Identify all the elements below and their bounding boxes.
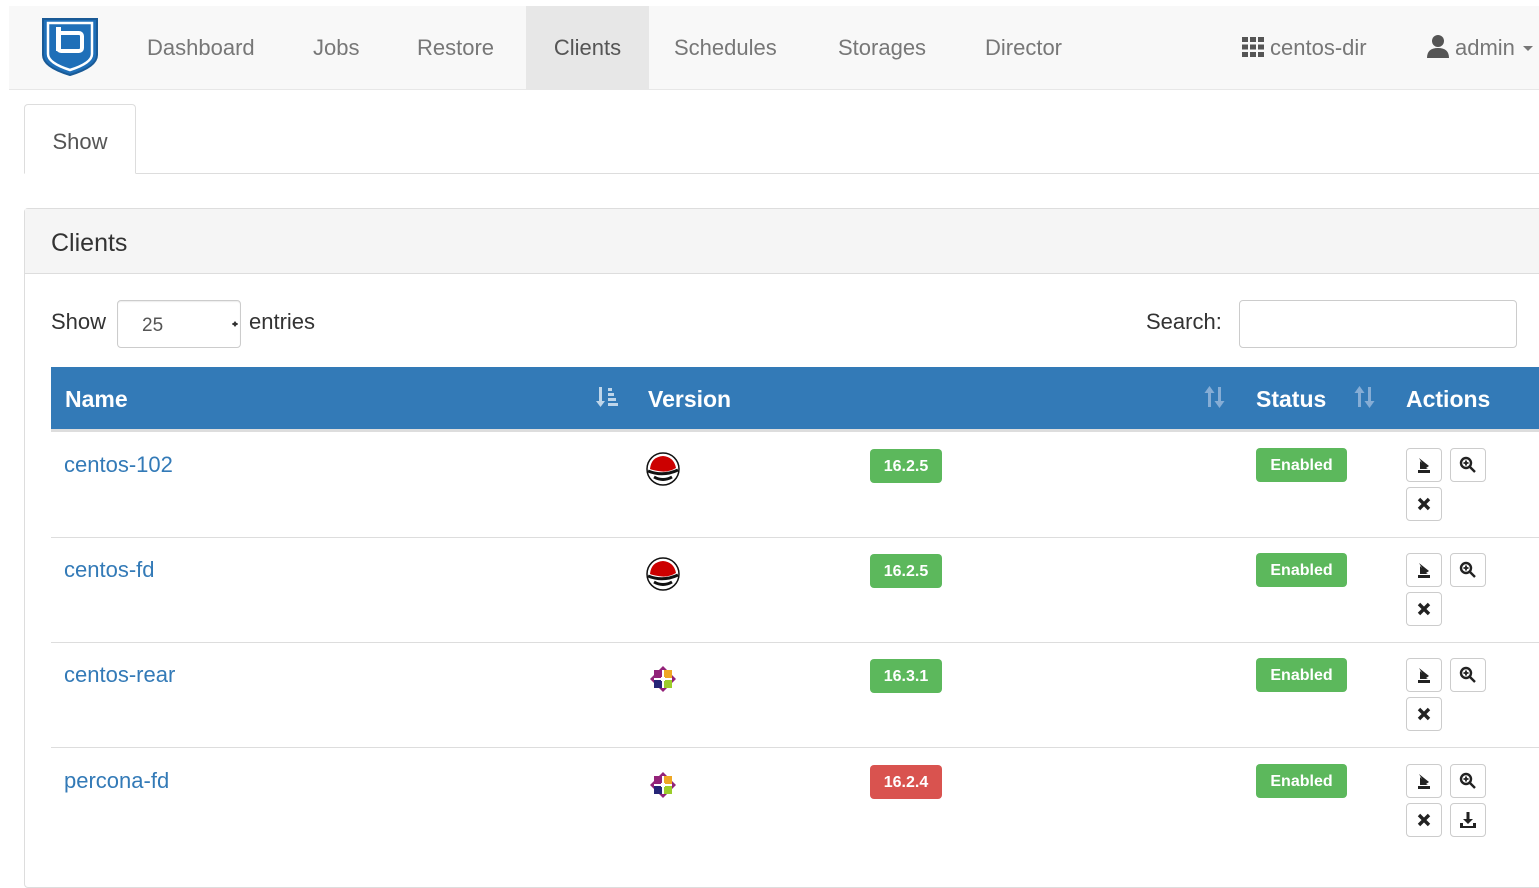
table-row: centos-102 16.2.5 Enabled [51,432,1539,538]
disable-client-button[interactable] [1406,803,1442,837]
run-backup-button[interactable] [1406,658,1442,692]
run-backup-button[interactable] [1406,764,1442,798]
close-icon [1417,497,1431,511]
status-badge: Enabled [1256,448,1347,482]
client-name-link[interactable]: centos-rear [64,662,175,688]
client-name-link[interactable]: percona-fd [64,768,169,794]
status-badge: Enabled [1256,553,1347,587]
user-menu[interactable]: admin [1427,6,1533,89]
search-label: Search: [1146,309,1222,334]
client-name-link[interactable]: centos-102 [64,452,173,478]
nav-storages[interactable]: Storages [816,6,948,89]
page-length-value: 25 [142,315,164,336]
status-badge: Enabled [1256,658,1347,692]
version-badge: 16.3.1 [870,659,942,693]
version-badge-outdated: 16.2.4 [870,765,942,799]
user-name: admin [1455,35,1515,60]
view-details-button[interactable] [1450,448,1486,482]
nav-jobs[interactable]: Jobs [291,6,381,89]
panel-title: Clients [25,209,1539,274]
table-row: centos-fd 16.2.5 Enabled [51,537,1539,643]
column-header-name[interactable]: Name [65,367,128,429]
view-details-button[interactable] [1450,764,1486,798]
column-header-status[interactable]: Status [1256,367,1326,429]
close-icon [1417,707,1431,721]
table-row: percona-fd 16.2.4 Enabled [51,748,1539,853]
disable-client-button[interactable] [1406,697,1442,731]
run-backup-button[interactable] [1406,448,1442,482]
nav-schedules[interactable]: Schedules [652,6,799,89]
length-show-label: Show [51,309,107,334]
view-details-button[interactable] [1450,658,1486,692]
zoom-in-icon [1459,772,1476,789]
tab-show[interactable]: Show [24,104,136,174]
close-icon [1417,602,1431,616]
nav-dashboard[interactable]: Dashboard [125,6,277,89]
nav-clients[interactable]: Clients [526,6,649,89]
close-icon [1417,813,1431,827]
page-length-select[interactable]: 25 [117,300,241,348]
table-row: centos-rear 16.3.1 Enabled [51,642,1539,748]
client-name-link[interactable]: centos-fd [64,557,155,583]
download-button[interactable] [1450,803,1486,837]
download-icon [1460,812,1476,828]
backup-icon [1418,563,1430,578]
table-header: Name Version Status Actions [51,367,1539,432]
centos-icon [650,772,676,798]
zoom-in-icon [1459,666,1476,683]
director-name: centos-dir [1270,35,1367,60]
search-input[interactable] [1239,300,1517,348]
tabs-divider [24,173,1539,174]
sort-both-icon[interactable] [1203,385,1227,409]
top-navbar: Dashboard Jobs Restore Clients Schedules… [9,6,1539,90]
centos-icon [650,666,676,692]
zoom-in-icon [1459,561,1476,578]
run-backup-button[interactable] [1406,553,1442,587]
view-details-button[interactable] [1450,553,1486,587]
backup-icon [1418,668,1430,683]
backup-icon [1418,774,1430,789]
bareos-logo-icon[interactable] [39,15,101,77]
redhat-icon [646,452,680,486]
disable-client-button[interactable] [1406,592,1442,626]
length-entries-label: entries [249,309,316,334]
column-header-actions: Actions [1406,386,1491,412]
select-down-arrow-icon [232,323,238,327]
disable-client-button[interactable] [1406,487,1442,521]
backup-icon [1418,458,1430,473]
version-badge: 16.2.5 [870,554,942,588]
grid-icon [1242,37,1264,57]
status-badge: Enabled [1256,764,1347,798]
nav-restore[interactable]: Restore [395,6,516,89]
sort-both-icon[interactable] [1353,385,1377,409]
sort-ascending-icon[interactable] [596,385,620,409]
user-icon [1427,35,1449,58]
column-header-version[interactable]: Version [648,367,731,429]
redhat-icon [646,557,680,591]
nav-director[interactable]: Director [963,6,1084,89]
version-badge: 16.2.5 [870,449,942,483]
director-switcher[interactable]: centos-dir [1242,6,1367,89]
zoom-in-icon [1459,456,1476,473]
caret-down-icon [1522,46,1533,51]
